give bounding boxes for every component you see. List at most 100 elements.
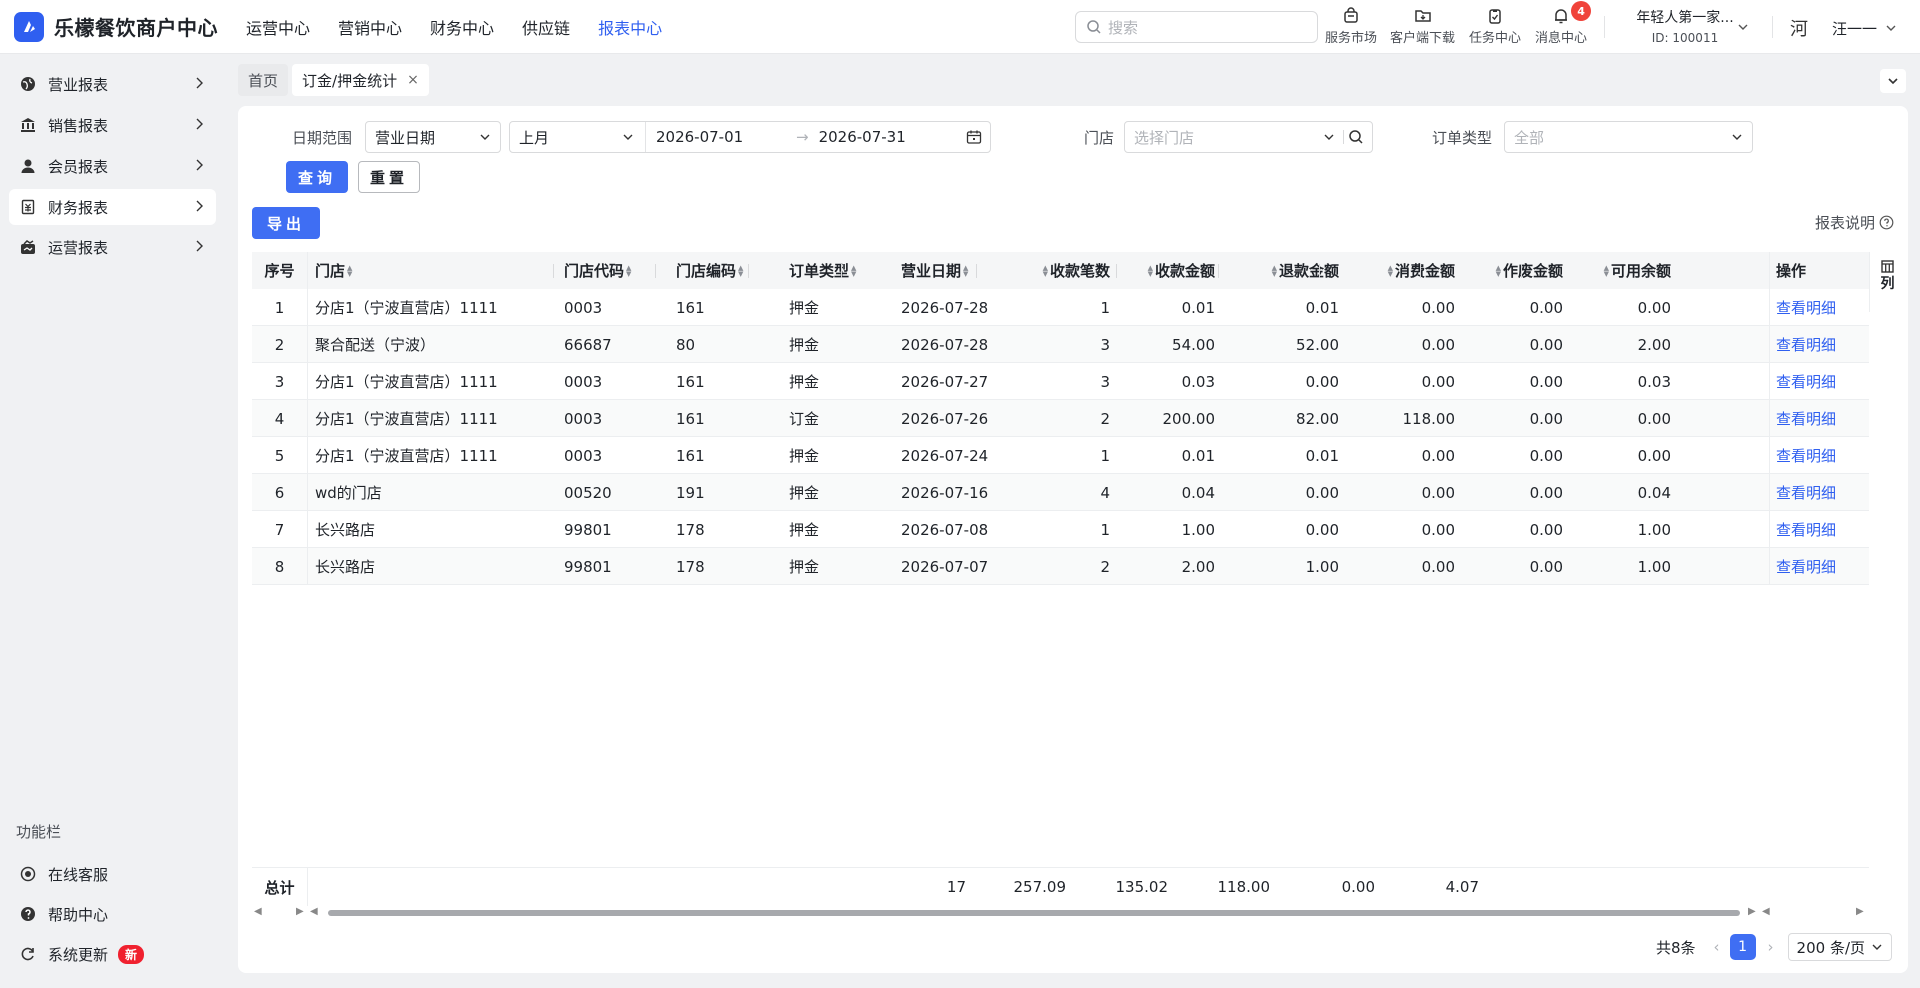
view-detail-link[interactable]: 查看明细: [1776, 289, 1856, 326]
period-select[interactable]: 上月: [510, 122, 646, 152]
column-divider[interactable]: [1218, 264, 1219, 278]
header-available-balance[interactable]: ▲ ▼ 可用余额: [1563, 252, 1671, 289]
sort-icon[interactable]: ▲ ▼: [1604, 264, 1609, 277]
view-detail-link[interactable]: 查看明细: [1776, 474, 1856, 511]
cell-seq: 4: [274, 409, 285, 428]
sidebar-item-online-service[interactable]: 在线客服: [9, 856, 216, 892]
account-switcher[interactable]: 年轻人第一家... ID: 100011: [1620, 7, 1750, 45]
sort-icon[interactable]: ▲ ▼: [1148, 264, 1153, 277]
prev-page-icon[interactable]: ‹: [1714, 938, 1720, 956]
column-divider[interactable]: [655, 264, 656, 278]
header-payment-count[interactable]: ▲ ▼ 收款笔数: [1007, 252, 1110, 289]
column-divider[interactable]: [748, 264, 749, 278]
sidebar-item-finance-report[interactable]: 财务报表: [9, 189, 216, 225]
scroll-right-icon[interactable]: ▶: [1856, 906, 1864, 917]
page-size-select[interactable]: 200 条/页: [1787, 933, 1892, 961]
header-void-amount[interactable]: ▲ ▼ 作废金额: [1460, 252, 1563, 289]
start-date-input[interactable]: 2026-07-01: [656, 128, 786, 146]
column-divider[interactable]: [976, 264, 977, 278]
message-center-button[interactable]: 消息中心 4: [1535, 1, 1592, 46]
sort-icon[interactable]: ▲ ▼: [1272, 264, 1277, 277]
column-divider[interactable]: [1319, 264, 1320, 278]
sidebar-item-system-update[interactable]: 系统更新 新: [9, 936, 216, 972]
page-1-button[interactable]: 1: [1729, 934, 1756, 960]
cell-available-balance: 1.00: [1637, 557, 1671, 576]
date-range-picker[interactable]: 上月 2026-07-01 → 2026-07-31: [509, 121, 991, 153]
sidebar-item-help-center[interactable]: 帮助中心: [9, 896, 216, 932]
nav-operation-center[interactable]: 运营中心: [246, 15, 310, 39]
sort-icon[interactable]: ▲ ▼: [1388, 264, 1393, 277]
sort-icon[interactable]: ▲ ▼: [1496, 264, 1501, 277]
header-store-number[interactable]: 门店编码 ▲ ▼: [676, 252, 766, 289]
tabs-menu-button[interactable]: [1880, 69, 1906, 93]
header-order-type[interactable]: 订单类型 ▲ ▼: [789, 252, 889, 289]
nav-marketing-center[interactable]: 营销中心: [338, 15, 402, 39]
query-button[interactable]: 查询: [286, 161, 348, 193]
sidebar-item-operation-report[interactable]: 运营报表: [9, 229, 216, 265]
scrollbar-thumb[interactable]: [328, 910, 1740, 916]
export-button[interactable]: 导出: [252, 207, 320, 239]
sidebar-item-business-report[interactable]: 营业报表: [9, 66, 216, 102]
header-received-amount[interactable]: ▲ ▼ 收款金额: [1112, 252, 1215, 289]
view-detail-link[interactable]: 查看明细: [1776, 548, 1856, 585]
horizontal-scrollbar[interactable]: ◀ ▶ ◀ ▶ ◀ ▶: [252, 906, 1869, 920]
nav-report-center[interactable]: 报表中心: [598, 15, 662, 39]
search-icon[interactable]: [1348, 129, 1364, 145]
chevron-down-icon: [623, 134, 633, 140]
header-store-code[interactable]: 门店代码 ▲ ▼: [564, 252, 654, 289]
calendar-icon[interactable]: [966, 129, 982, 145]
cell-void-amount: 0.00: [1529, 409, 1563, 428]
task-center-button[interactable]: 任务中心: [1469, 7, 1521, 46]
header-business-date[interactable]: 营业日期 ▲ ▼: [901, 252, 1001, 289]
column-divider[interactable]: [1521, 264, 1522, 278]
column-divider[interactable]: [1420, 264, 1421, 278]
service-market-button[interactable]: 服务市场: [1325, 7, 1377, 46]
scroll-right-icon[interactable]: ▶: [1748, 906, 1756, 917]
sort-icon[interactable]: ▲ ▼: [626, 264, 631, 277]
column-divider[interactable]: [841, 264, 842, 278]
tab-home[interactable]: 首页: [238, 64, 289, 96]
receipt-icon: [19, 198, 37, 216]
user-menu[interactable]: 河 汪一一: [1790, 15, 1897, 41]
date-type-select[interactable]: 营业日期: [365, 121, 501, 153]
store-select[interactable]: 选择门店: [1124, 121, 1373, 153]
client-download-button[interactable]: 客户端下载: [1390, 7, 1455, 46]
sort-icon[interactable]: ▲ ▼: [347, 264, 352, 277]
order-type-select[interactable]: 全部: [1504, 121, 1753, 153]
logo[interactable]: 乐檬餐饮商户中心: [14, 11, 234, 42]
cell-store: 长兴路店: [315, 521, 376, 539]
view-detail-link[interactable]: 查看明细: [1776, 400, 1856, 437]
column-settings-button[interactable]: 列: [1869, 252, 1905, 312]
next-page-icon[interactable]: ›: [1768, 938, 1774, 956]
view-detail-link[interactable]: 查看明细: [1776, 511, 1856, 548]
chevron-down-icon: [480, 134, 490, 140]
view-detail-link[interactable]: 查看明细: [1776, 326, 1856, 363]
cell-consume-amount: 118.00: [1402, 409, 1456, 428]
sort-icon[interactable]: ▲ ▼: [738, 264, 743, 277]
tab-deposit-statistics[interactable]: 订金/押金统计 ×: [292, 64, 429, 96]
scroll-left-icon[interactable]: ◀: [310, 906, 318, 917]
reset-button[interactable]: 重置: [358, 161, 420, 193]
sort-icon[interactable]: ▲ ▼: [963, 264, 968, 277]
end-date-input[interactable]: 2026-07-31: [819, 128, 959, 146]
header-consume-amount[interactable]: ▲ ▼ 消费金额: [1352, 252, 1455, 289]
view-detail-link[interactable]: 查看明细: [1776, 437, 1856, 474]
scroll-right-icon[interactable]: ▶: [296, 906, 304, 917]
column-divider[interactable]: [1116, 264, 1117, 278]
sidebar-item-sales-report[interactable]: 销售报表: [9, 107, 216, 143]
nav-supply-chain[interactable]: 供应链: [522, 15, 570, 39]
scroll-left-icon[interactable]: ◀: [1762, 906, 1770, 917]
search-input[interactable]: 搜索: [1075, 11, 1318, 43]
sort-icon[interactable]: ▲ ▼: [1043, 264, 1048, 277]
sort-icon[interactable]: ▲ ▼: [851, 264, 856, 277]
view-detail-link[interactable]: 查看明细: [1776, 363, 1856, 400]
column-divider[interactable]: [553, 264, 554, 278]
nav-finance-center[interactable]: 财务中心: [430, 15, 494, 39]
scroll-left-icon[interactable]: ◀: [254, 906, 262, 917]
close-icon[interactable]: ×: [407, 72, 419, 88]
sidebar-item-member-report[interactable]: 会员报表: [9, 148, 216, 184]
shop-bag-icon: [1344, 7, 1358, 23]
header-store[interactable]: 门店 ▲ ▼: [315, 252, 505, 289]
report-help-link[interactable]: 报表说明: [1815, 212, 1894, 233]
header-refund-amount[interactable]: ▲ ▼ 退款金额: [1236, 252, 1339, 289]
